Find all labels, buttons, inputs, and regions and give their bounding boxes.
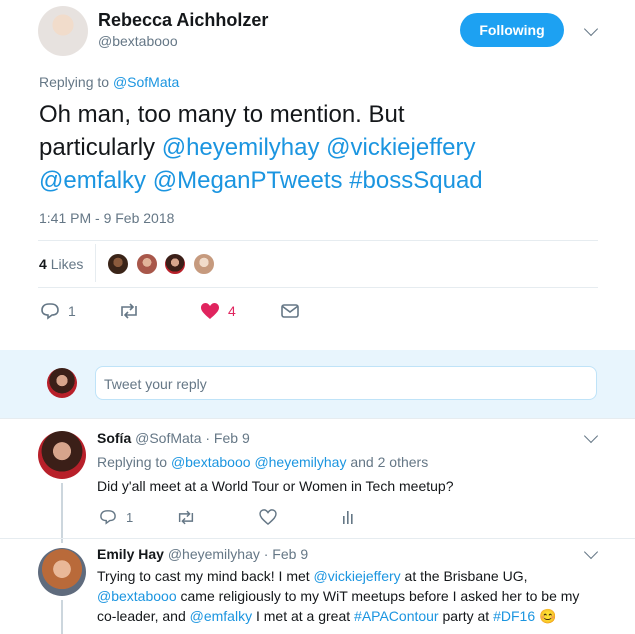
reply-header: Sofía @SofMata · Feb 9 (97, 430, 250, 446)
analytics-icon[interactable] (341, 509, 355, 525)
reply-icon[interactable] (99, 509, 117, 525)
replying-prefix: Replying to (97, 454, 168, 470)
author-avatar[interactable] (38, 6, 88, 56)
tweet-timestamp[interactable]: 1:41 PM - 9 Feb 2018 (39, 210, 174, 226)
mention-link[interactable]: @bextabooo (97, 588, 177, 604)
mention-link[interactable]: @MeganPTweets (153, 167, 343, 194)
replying-suffix[interactable]: and 2 others (350, 454, 428, 470)
reply-text-plain: at the Brisbane UG, (404, 568, 528, 584)
mention-link[interactable]: @bextabooo (171, 454, 251, 470)
tweet-line-3: @emfalky @MeganPTweets #bossSquad (39, 164, 619, 197)
divider (38, 240, 598, 241)
hashtag-link[interactable]: #APAContour (354, 608, 439, 624)
tweet-line-1: Oh man, too many to mention. But (39, 101, 405, 128)
reply-text: Did y'all meet at a World Tour or Women … (97, 478, 454, 494)
divider (0, 418, 635, 419)
liker-avatar[interactable] (106, 252, 130, 276)
direct-message-icon[interactable] (281, 304, 299, 318)
retweet-icon[interactable] (176, 510, 196, 525)
reply-text-line: @bextabooo came religiously to my WiT me… (97, 586, 617, 606)
divider (0, 538, 635, 539)
reply-text-plain: Trying to cast my mind back! I met (97, 568, 310, 584)
chevron-down-icon[interactable] (583, 544, 599, 560)
liker-avatar[interactable] (192, 252, 216, 276)
reply-date[interactable]: · Feb 9 (205, 430, 249, 446)
heart-icon[interactable] (259, 509, 277, 525)
replying-to: Replying to @SofMata (39, 74, 179, 90)
likes-count: 4 (39, 256, 47, 272)
liker-avatar[interactable] (163, 252, 187, 276)
reply-text-plain: party at (442, 608, 490, 624)
reply-replying-to: Replying to @bextabooo @heyemilyhay and … (97, 454, 428, 470)
thread-line (61, 600, 63, 634)
likes-separator (95, 244, 96, 282)
reply-count: 1 (126, 510, 134, 525)
likes-label: Likes (50, 256, 84, 272)
liker-avatar[interactable] (135, 252, 159, 276)
replying-prefix: Replying to (39, 74, 110, 90)
reply-text-line: co-leader, and @emfalky I met at a great… (97, 606, 617, 626)
reply-author-name[interactable]: Sofía (97, 430, 131, 446)
reply-avatar[interactable] (38, 548, 86, 596)
reply-text-plain: I met at a great (255, 608, 351, 624)
chevron-down-icon[interactable] (583, 21, 599, 37)
like-count: 4 (228, 303, 236, 319)
tweet-text: Oh man, too many to mention. But particu… (39, 98, 619, 197)
following-button[interactable]: Following (460, 13, 564, 47)
author-name[interactable]: Rebecca Aichholzer (98, 10, 268, 31)
mention-link[interactable]: @heyemilyhay (254, 454, 346, 470)
reply-icon[interactable] (40, 302, 60, 320)
retweet-icon[interactable] (118, 303, 140, 319)
current-user-avatar (47, 368, 77, 398)
divider (38, 287, 598, 288)
reply-text: Trying to cast my mind back! I met @vick… (97, 566, 617, 626)
reply-text-plain: came religiously to my WiT meetups befor… (180, 588, 580, 604)
reply-header: Emily Hay @heyemilyhay · Feb 9 (97, 546, 308, 562)
reply-count: 1 (68, 303, 76, 319)
replying-mention[interactable]: @SofMata (113, 74, 179, 90)
reply-date[interactable]: · Feb 9 (264, 546, 308, 562)
chevron-down-icon[interactable] (583, 428, 599, 444)
reply-avatar[interactable] (38, 431, 86, 479)
tweet-line-2: particularly @heyemilyhay @vickiejeffery (39, 131, 619, 164)
author-handle[interactable]: @bextabooo (98, 33, 178, 49)
thread-line (61, 483, 63, 543)
reply-text-line: Trying to cast my mind back! I met @vick… (97, 566, 617, 586)
mention-link[interactable]: @vickiejeffery (314, 568, 401, 584)
smiling-face-emoji: 😊 (539, 608, 557, 624)
mention-link[interactable]: @vickiejeffery (326, 134, 475, 161)
tweet-text-plain: particularly (39, 134, 156, 161)
mention-link[interactable]: @emfalky (39, 167, 146, 194)
reply-text-plain: co-leader, and (97, 608, 186, 624)
reply-author-name[interactable]: Emily Hay (97, 546, 164, 562)
mention-link[interactable]: @heyemilyhay (162, 134, 320, 161)
reply-author-handle[interactable]: @heyemilyhay (168, 546, 260, 562)
likes-stat[interactable]: 4 Likes (39, 256, 83, 272)
mention-link[interactable]: @emfalky (190, 608, 252, 624)
reply-author-handle[interactable]: @SofMata (135, 430, 201, 446)
hashtag-link[interactable]: #bossSquad (349, 167, 482, 194)
heart-icon[interactable] (200, 302, 220, 320)
hashtag-link[interactable]: #DF16 (493, 608, 535, 624)
reply-input[interactable]: Tweet your reply (95, 366, 597, 400)
